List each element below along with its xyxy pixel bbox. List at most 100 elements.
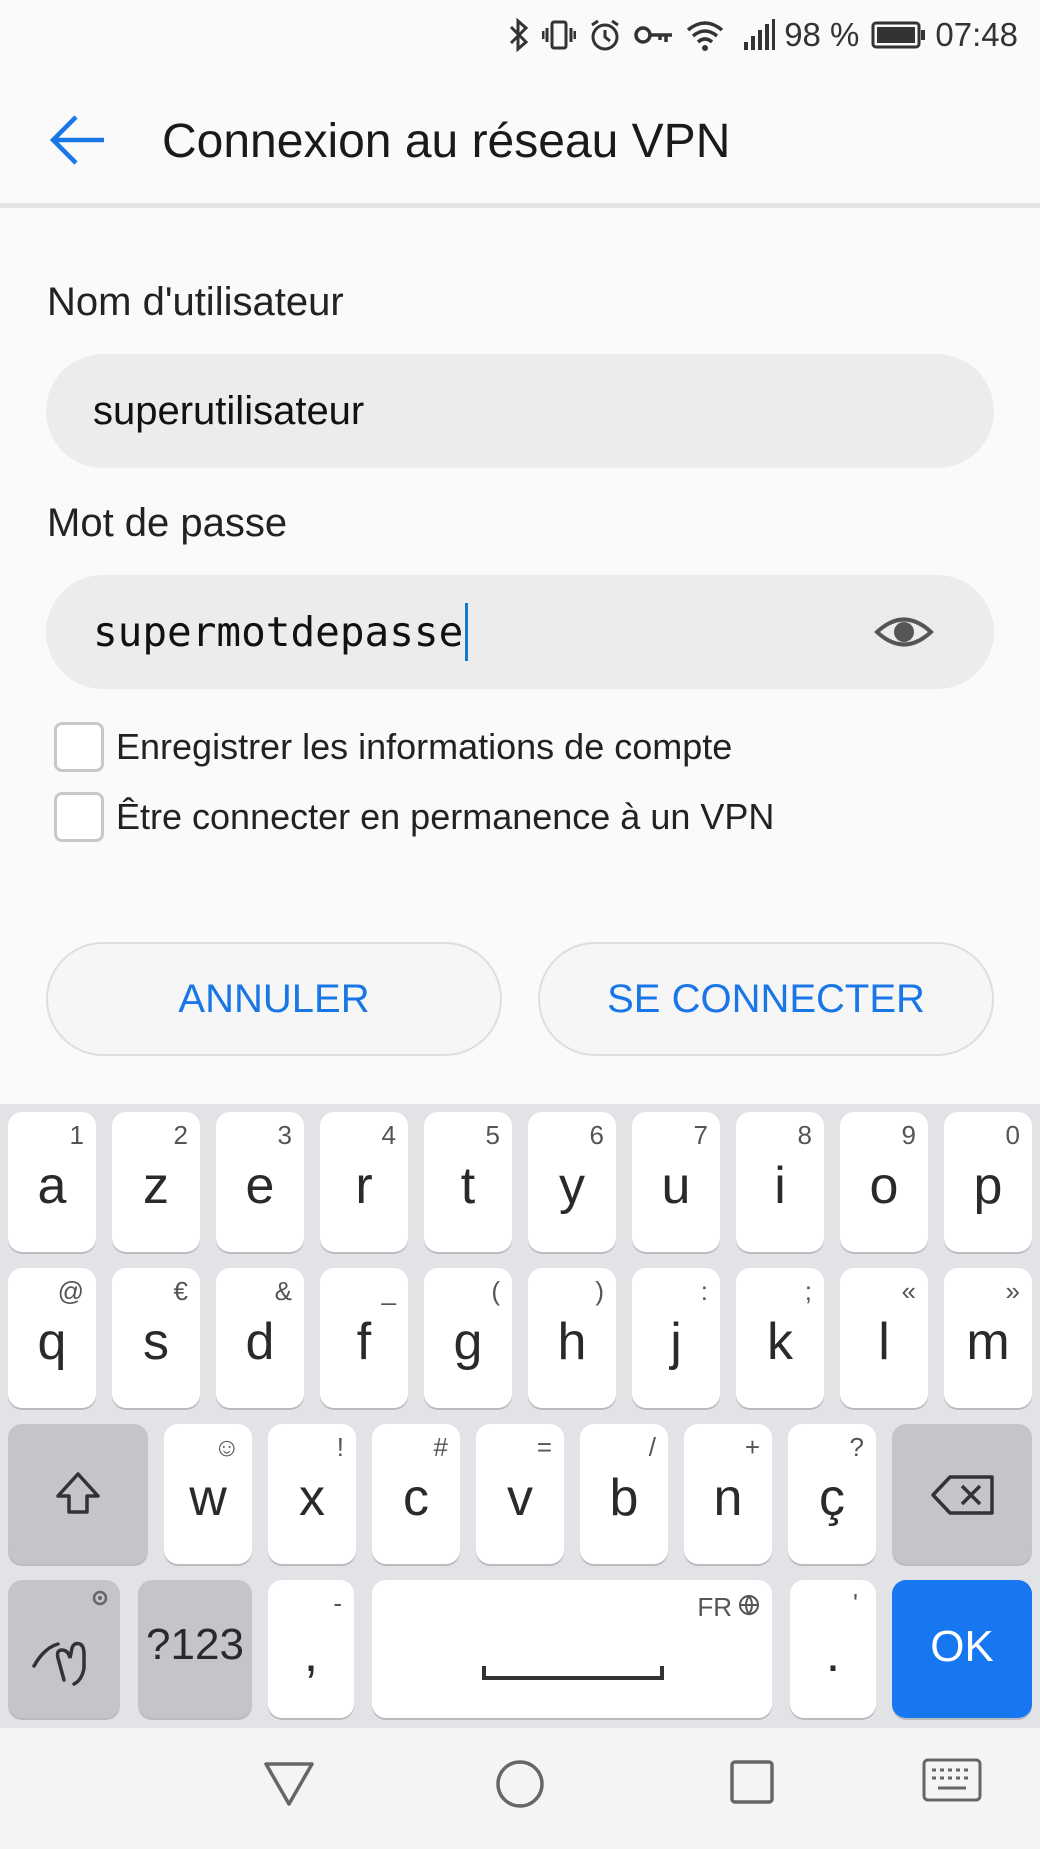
key-i[interactable]: 8i: [736, 1112, 824, 1252]
save-info-option[interactable]: Enregistrer les informations de compte: [54, 722, 732, 772]
key-alt-char: 4: [381, 1120, 396, 1150]
key-d[interactable]: & d: [216, 1268, 304, 1408]
key-char: d: [245, 1313, 275, 1371]
password-label: Mot de passe: [47, 501, 288, 545]
username-field[interactable]: superutilisateur: [46, 354, 994, 468]
key-f[interactable]: _ f: [320, 1268, 408, 1408]
show-password-button[interactable]: [874, 605, 934, 659]
key-y[interactable]: 6y: [528, 1112, 616, 1252]
back-nav-button[interactable]: [262, 1758, 316, 1815]
key-c[interactable]: # c: [372, 1424, 460, 1564]
backspace-key[interactable]: [892, 1424, 1032, 1564]
key-v[interactable]: = v: [476, 1424, 564, 1564]
key-b[interactable]: / b: [580, 1424, 668, 1564]
key-e[interactable]: 3e: [216, 1112, 304, 1252]
key-o[interactable]: 9o: [840, 1112, 928, 1252]
key-a[interactable]: 1a: [8, 1112, 96, 1252]
battery-percent: 98 %: [784, 16, 860, 53]
save-info-label: Enregistrer les informations de compte: [116, 726, 733, 767]
key-char: j: [670, 1313, 682, 1371]
key-l[interactable]: «l: [840, 1268, 928, 1408]
key-alt-char: 3: [277, 1120, 292, 1150]
key-char: u: [661, 1157, 691, 1215]
cancel-button[interactable]: ANNULER: [46, 942, 502, 1056]
comma-key[interactable]: - ,: [268, 1580, 354, 1718]
key-n[interactable]: + n: [684, 1424, 772, 1564]
recents-nav-button[interactable]: [728, 1758, 776, 1811]
key-alt-char: ?: [849, 1432, 864, 1462]
key-char: i: [774, 1157, 786, 1215]
space-key[interactable]: FR: [372, 1580, 772, 1718]
key-x[interactable]: ! x: [268, 1424, 356, 1564]
key-char: g: [453, 1313, 483, 1371]
ok-key[interactable]: OK: [892, 1580, 1032, 1718]
alarm-icon: [588, 18, 622, 52]
symbols-key-label: ?123: [146, 1620, 244, 1669]
globe-icon: [739, 1595, 759, 1616]
key-s[interactable]: € s: [112, 1268, 200, 1408]
key-m[interactable]: » m: [944, 1268, 1032, 1408]
key-g[interactable]: (g: [424, 1268, 512, 1408]
shift-key[interactable]: [8, 1424, 148, 1564]
key-alt-char: :: [700, 1276, 708, 1306]
key-t[interactable]: 5t: [424, 1112, 512, 1252]
battery-icon: [871, 20, 927, 50]
period-key-alt: ': [853, 1588, 858, 1618]
signal-icon: [742, 18, 776, 52]
password-field[interactable]: supermotdepasse: [46, 575, 994, 689]
circle-home-icon: [496, 1760, 544, 1808]
key-char: n: [713, 1469, 743, 1527]
key-p[interactable]: 0p: [944, 1112, 1032, 1252]
key-w[interactable]: ☺ w: [164, 1424, 252, 1564]
key-ç[interactable]: ? ç: [788, 1424, 876, 1564]
arrow-left-icon: [49, 115, 104, 165]
hide-keyboard-button[interactable]: [922, 1758, 982, 1807]
key-alt-char: =: [536, 1432, 552, 1462]
key-char: k: [767, 1313, 793, 1371]
key-u[interactable]: 7u: [632, 1112, 720, 1252]
swipe-settings-key[interactable]: [8, 1580, 120, 1718]
ok-key-label: OK: [930, 1622, 994, 1671]
key-k[interactable]: ; k: [736, 1268, 824, 1408]
swipe-gesture-icon: [32, 1641, 86, 1686]
vibrate-icon: [542, 18, 577, 52]
key-char: q: [37, 1313, 67, 1371]
key-char: m: [966, 1313, 1010, 1371]
key-alt-char: 9: [901, 1120, 916, 1150]
key-alt-char: &: [274, 1276, 292, 1306]
comma-key-alt: -: [333, 1588, 342, 1618]
vpn-key-icon: [634, 18, 674, 52]
key-char: p: [973, 1157, 1003, 1215]
key-char: e: [245, 1157, 275, 1215]
connect-button[interactable]: SE CONNECTER: [538, 942, 994, 1056]
text-cursor: [465, 603, 469, 661]
key-alt-char: 0: [1005, 1120, 1020, 1150]
back-button[interactable]: [46, 108, 110, 172]
key-h[interactable]: ) h: [528, 1268, 616, 1408]
key-char: h: [557, 1313, 587, 1371]
key-char: x: [299, 1469, 325, 1527]
key-j[interactable]: :j: [632, 1268, 720, 1408]
backspace-icon: [931, 1475, 994, 1515]
key-char: t: [460, 1157, 476, 1215]
period-key[interactable]: ' .: [790, 1580, 876, 1718]
space-bar-icon: [482, 1666, 664, 1680]
key-alt-char: «: [901, 1276, 916, 1306]
navigation-bar: [0, 1728, 1040, 1849]
key-char: v: [507, 1469, 533, 1527]
key-r[interactable]: 4r: [320, 1112, 408, 1252]
symbols-key[interactable]: ?123: [138, 1580, 252, 1718]
always-on-option[interactable]: Être connecter en permanence à un VPN: [54, 792, 774, 842]
app-header: Connexion au réseau VPN: [0, 70, 1040, 206]
status-bar: 98 % 07:48: [0, 0, 1040, 70]
comma-key-label: ,: [303, 1625, 319, 1683]
always-on-checkbox[interactable]: [54, 792, 104, 842]
key-q[interactable]: @ q: [8, 1268, 96, 1408]
key-z[interactable]: 2z: [112, 1112, 200, 1252]
save-info-checkbox[interactable]: [54, 722, 104, 772]
home-nav-button[interactable]: [494, 1758, 546, 1815]
username-label: Nom d'utilisateur: [47, 280, 344, 324]
key-alt-char: /: [648, 1432, 656, 1462]
key-char: o: [869, 1157, 899, 1215]
wifi-icon: [686, 18, 724, 52]
